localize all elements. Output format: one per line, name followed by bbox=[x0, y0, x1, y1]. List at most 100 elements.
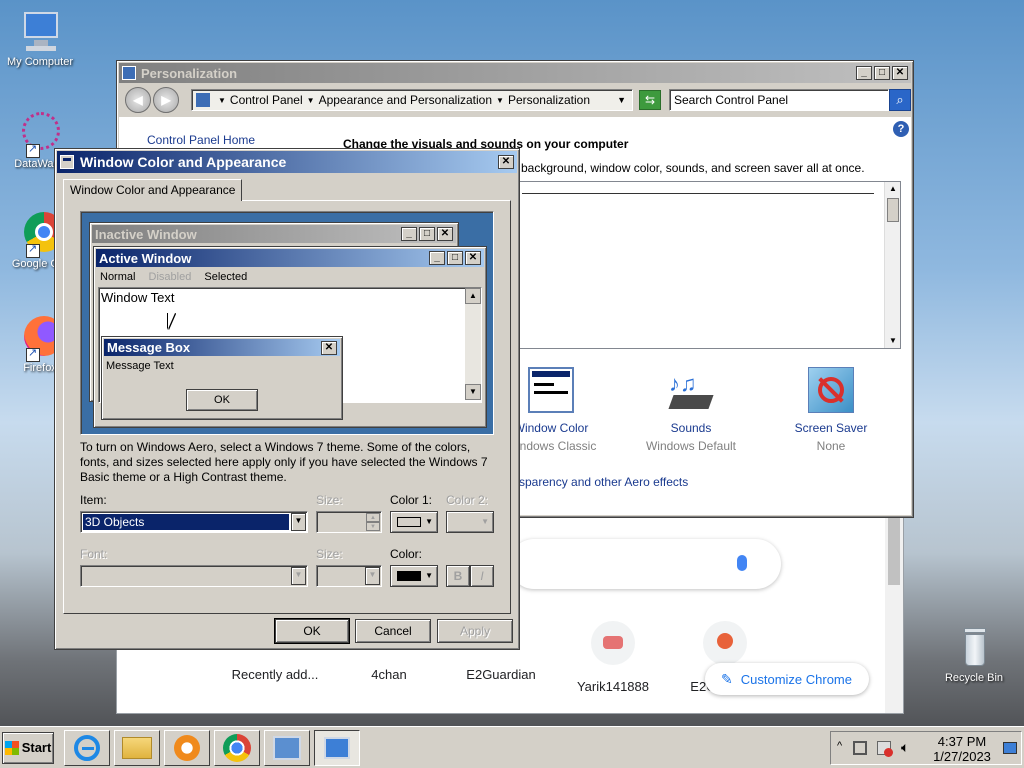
color1-picker[interactable]: ▼ bbox=[390, 511, 438, 533]
microphone-icon[interactable] bbox=[737, 555, 747, 571]
breadcrumb-separator: ▼ bbox=[306, 95, 315, 105]
sounds-icon: ♪♫ bbox=[667, 367, 715, 413]
refresh-button[interactable]: ⇆ bbox=[639, 90, 661, 110]
breadcrumb-appearance[interactable]: Appearance and Personalization bbox=[319, 93, 492, 107]
breadcrumb-separator: ▼ bbox=[496, 95, 504, 105]
theme-list-scrollbar[interactable]: ▲ ▼ bbox=[884, 182, 900, 348]
aero-effects-link[interactable]: sparency and other Aero effects bbox=[519, 475, 688, 489]
preview-inactive-title: Inactive Window bbox=[95, 226, 197, 242]
item-select[interactable]: 3D Objects ▼ bbox=[80, 511, 308, 533]
control-panel-icon bbox=[122, 66, 136, 80]
bold-button: B bbox=[446, 565, 470, 587]
breadcrumb-separator: ▼ bbox=[218, 95, 226, 105]
chrome-icon bbox=[223, 734, 251, 762]
font-size-label: Size: bbox=[316, 547, 343, 561]
dialog-titlebar[interactable]: Window Color and Appearance ✕ bbox=[57, 151, 517, 173]
apply-button: Apply bbox=[437, 619, 513, 643]
screen-saver-label: Screen Saver bbox=[794, 421, 868, 435]
desktop-icon-my-computer[interactable]: My Computer bbox=[0, 10, 80, 68]
aero-info-text: To turn on Windows Aero, select a Window… bbox=[80, 440, 488, 484]
sounds-item[interactable]: ♪♫ Sounds Windows Default bbox=[641, 367, 741, 453]
size-stepper: ▲ ▼ bbox=[316, 511, 382, 533]
taskbar-internet-explorer[interactable] bbox=[64, 730, 110, 766]
show-hidden-icons-icon[interactable]: ^ bbox=[837, 740, 842, 752]
chevron-down-icon[interactable]: ▼ bbox=[291, 513, 306, 531]
taskbar-control-panel[interactable] bbox=[264, 730, 310, 766]
chrome-shortcut-yarik141888[interactable]: Yarik141888 bbox=[563, 621, 663, 694]
action-center-icon[interactable] bbox=[877, 741, 893, 757]
clock-time: 4:37 PM bbox=[937, 734, 987, 749]
recycle-bin-icon bbox=[952, 626, 996, 670]
preview-menu-disabled: Disabled bbox=[148, 271, 192, 283]
preview-menu-normal: Normal bbox=[100, 271, 136, 283]
taskbar-file-explorer[interactable] bbox=[114, 730, 160, 766]
preview-maximize-icon: □ bbox=[419, 227, 435, 241]
shortcut-arrow-icon bbox=[26, 142, 40, 158]
customize-chrome-button[interactable]: ✎ Customize Chrome bbox=[705, 663, 869, 695]
media-player-icon bbox=[174, 735, 200, 761]
start-button[interactable]: Start bbox=[2, 732, 54, 764]
ok-button[interactable]: OK bbox=[274, 618, 350, 644]
control-panel-icon bbox=[273, 736, 301, 760]
preview-scrollbar: ▲ ▼ bbox=[465, 288, 481, 400]
font-select: ▼ bbox=[80, 565, 308, 587]
font-color-picker[interactable]: ▼ bbox=[390, 565, 438, 587]
system-tray: ^ 🔈︎ 4:37 PM 1/27/2023 bbox=[830, 731, 1022, 765]
forward-button[interactable]: ▶ bbox=[153, 87, 179, 113]
minimize-button[interactable]: _ bbox=[856, 66, 872, 80]
help-icon[interactable]: ? bbox=[893, 121, 909, 137]
cancel-button[interactable]: Cancel bbox=[355, 619, 431, 643]
chevron-down-icon: ▼ bbox=[291, 567, 306, 585]
shortcut-label: E2Guardian bbox=[466, 667, 536, 682]
control-panel-home-link[interactable]: Control Panel Home bbox=[147, 133, 255, 147]
search-input[interactable]: Search Control Panel bbox=[669, 89, 889, 111]
appearance-preview[interactable]: Inactive Window _ □ ✕ Active Window _ □ … bbox=[80, 211, 494, 435]
chevron-down-icon: ▼ bbox=[365, 567, 380, 585]
skull-icon bbox=[703, 621, 747, 665]
show-desktop-icon[interactable] bbox=[1003, 742, 1017, 754]
windows-logo-icon bbox=[4, 741, 19, 755]
chrome-search-box[interactable] bbox=[509, 539, 781, 589]
desktop-icon-recycle-bin[interactable]: Recycle Bin bbox=[934, 626, 1014, 684]
address-toolbar: ◀ ▶ ▼ Control Panel ▼ Appearance and Per… bbox=[119, 85, 911, 115]
breadcrumb-control-panel[interactable]: Control Panel bbox=[230, 93, 303, 107]
chrome-scrollbar[interactable] bbox=[885, 509, 903, 713]
screen-saver-icon bbox=[808, 367, 854, 413]
preview-msgbox-text: Message Text bbox=[106, 360, 174, 372]
shortcut-label: Recently add... bbox=[231, 667, 319, 682]
back-button[interactable]: ◀ bbox=[125, 87, 151, 113]
preview-msgbox-title: Message Box bbox=[107, 340, 191, 355]
shortcut-arrow-icon bbox=[26, 346, 40, 362]
chevron-down-icon: ▼ bbox=[481, 517, 489, 526]
volume-icon[interactable]: 🔈︎ bbox=[901, 739, 909, 756]
screen-saver-item[interactable]: Screen Saver None bbox=[781, 367, 881, 453]
sounds-sub: Windows Default bbox=[645, 439, 737, 453]
address-dropdown-icon[interactable]: ▼ bbox=[617, 95, 626, 105]
breadcrumb-personalization[interactable]: Personalization bbox=[508, 93, 590, 107]
address-bar[interactable]: ▼ Control Panel ▼ Appearance and Persona… bbox=[191, 89, 633, 111]
maximize-button[interactable]: □ bbox=[874, 66, 890, 80]
network-icon[interactable] bbox=[853, 741, 867, 755]
control-panel-icon bbox=[196, 93, 210, 107]
dialog-close-button[interactable]: ✕ bbox=[498, 155, 514, 169]
taskbar-chrome[interactable] bbox=[214, 730, 260, 766]
desktop-icon-label: My Computer bbox=[6, 56, 74, 68]
preview-menubar: Normal Disabled Selected bbox=[100, 271, 247, 283]
preview-minimize-icon: _ bbox=[429, 251, 445, 265]
font-size-select: ▼ bbox=[316, 565, 382, 587]
font-color-label: Color: bbox=[390, 547, 423, 561]
search-icon[interactable]: ⌕ bbox=[889, 89, 911, 111]
taskbar-personalization[interactable] bbox=[314, 730, 360, 766]
tab-window-color[interactable]: Window Color and Appearance bbox=[63, 179, 243, 201]
taskbar-media-player[interactable] bbox=[164, 730, 210, 766]
preview-window-text: Window Text bbox=[101, 290, 175, 305]
theme-list[interactable]: ▲ ▼ bbox=[517, 181, 901, 349]
desktop-icon-label: Firefox bbox=[23, 362, 57, 374]
window-color-dialog: Window Color and Appearance ✕ Window Col… bbox=[54, 148, 520, 650]
desktop-icon-label: Recycle Bin bbox=[944, 672, 1004, 684]
close-button[interactable]: ✕ bbox=[892, 66, 908, 80]
clock[interactable]: 4:37 PM 1/27/2023 bbox=[927, 734, 997, 764]
color2-picker: ▼ bbox=[446, 511, 494, 533]
personalization-titlebar[interactable]: Personalization _ □ ✕ bbox=[119, 63, 911, 83]
sounds-label: Sounds bbox=[670, 421, 712, 435]
